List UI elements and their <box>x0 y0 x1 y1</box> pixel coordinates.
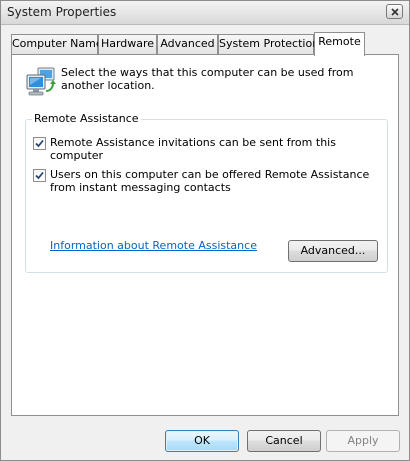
cancel-button[interactable]: Cancel <box>247 430 321 452</box>
intro-text: Select the ways that this computer can b… <box>61 66 354 92</box>
remote-computer-icon <box>24 65 58 99</box>
system-properties-window: System Properties Computer Name Hardware… <box>0 0 410 461</box>
tab-hardware[interactable]: Hardware <box>98 34 157 54</box>
offer-assistance-option[interactable]: Users on this computer can be offered Re… <box>33 168 385 194</box>
checkmark-icon <box>35 139 44 148</box>
window-title: System Properties <box>7 5 117 19</box>
remote-assistance-info-link[interactable]: Information about Remote Assistance <box>50 239 257 252</box>
apply-button[interactable]: Apply <box>326 430 400 452</box>
tab-system-protection[interactable]: System Protection <box>218 34 319 54</box>
tab-advanced[interactable]: Advanced <box>157 34 218 54</box>
offer-assistance-label[interactable]: Users on this computer can be offered Re… <box>50 168 385 194</box>
invitations-label[interactable]: Remote Assistance invitations can be sen… <box>50 136 380 162</box>
group-title: Remote Assistance <box>32 112 141 125</box>
checkmark-icon <box>35 171 44 180</box>
invitations-option[interactable]: Remote Assistance invitations can be sen… <box>33 136 380 162</box>
remote-assistance-group: Remote Assistance Remote Assistance invi… <box>25 112 388 273</box>
offer-assistance-checkbox[interactable] <box>33 169 46 182</box>
advanced-button[interactable]: Advanced... <box>288 240 378 262</box>
ok-button[interactable]: OK <box>165 430 239 452</box>
close-button[interactable] <box>386 4 403 19</box>
title-bar[interactable]: System Properties <box>1 1 409 25</box>
tab-remote[interactable]: Remote <box>314 32 365 56</box>
remote-tab-panel: Select the ways that this computer can b… <box>11 54 399 416</box>
close-icon <box>391 8 399 16</box>
tab-computer-name[interactable]: Computer Name <box>11 34 103 54</box>
invitations-checkbox[interactable] <box>33 137 46 150</box>
